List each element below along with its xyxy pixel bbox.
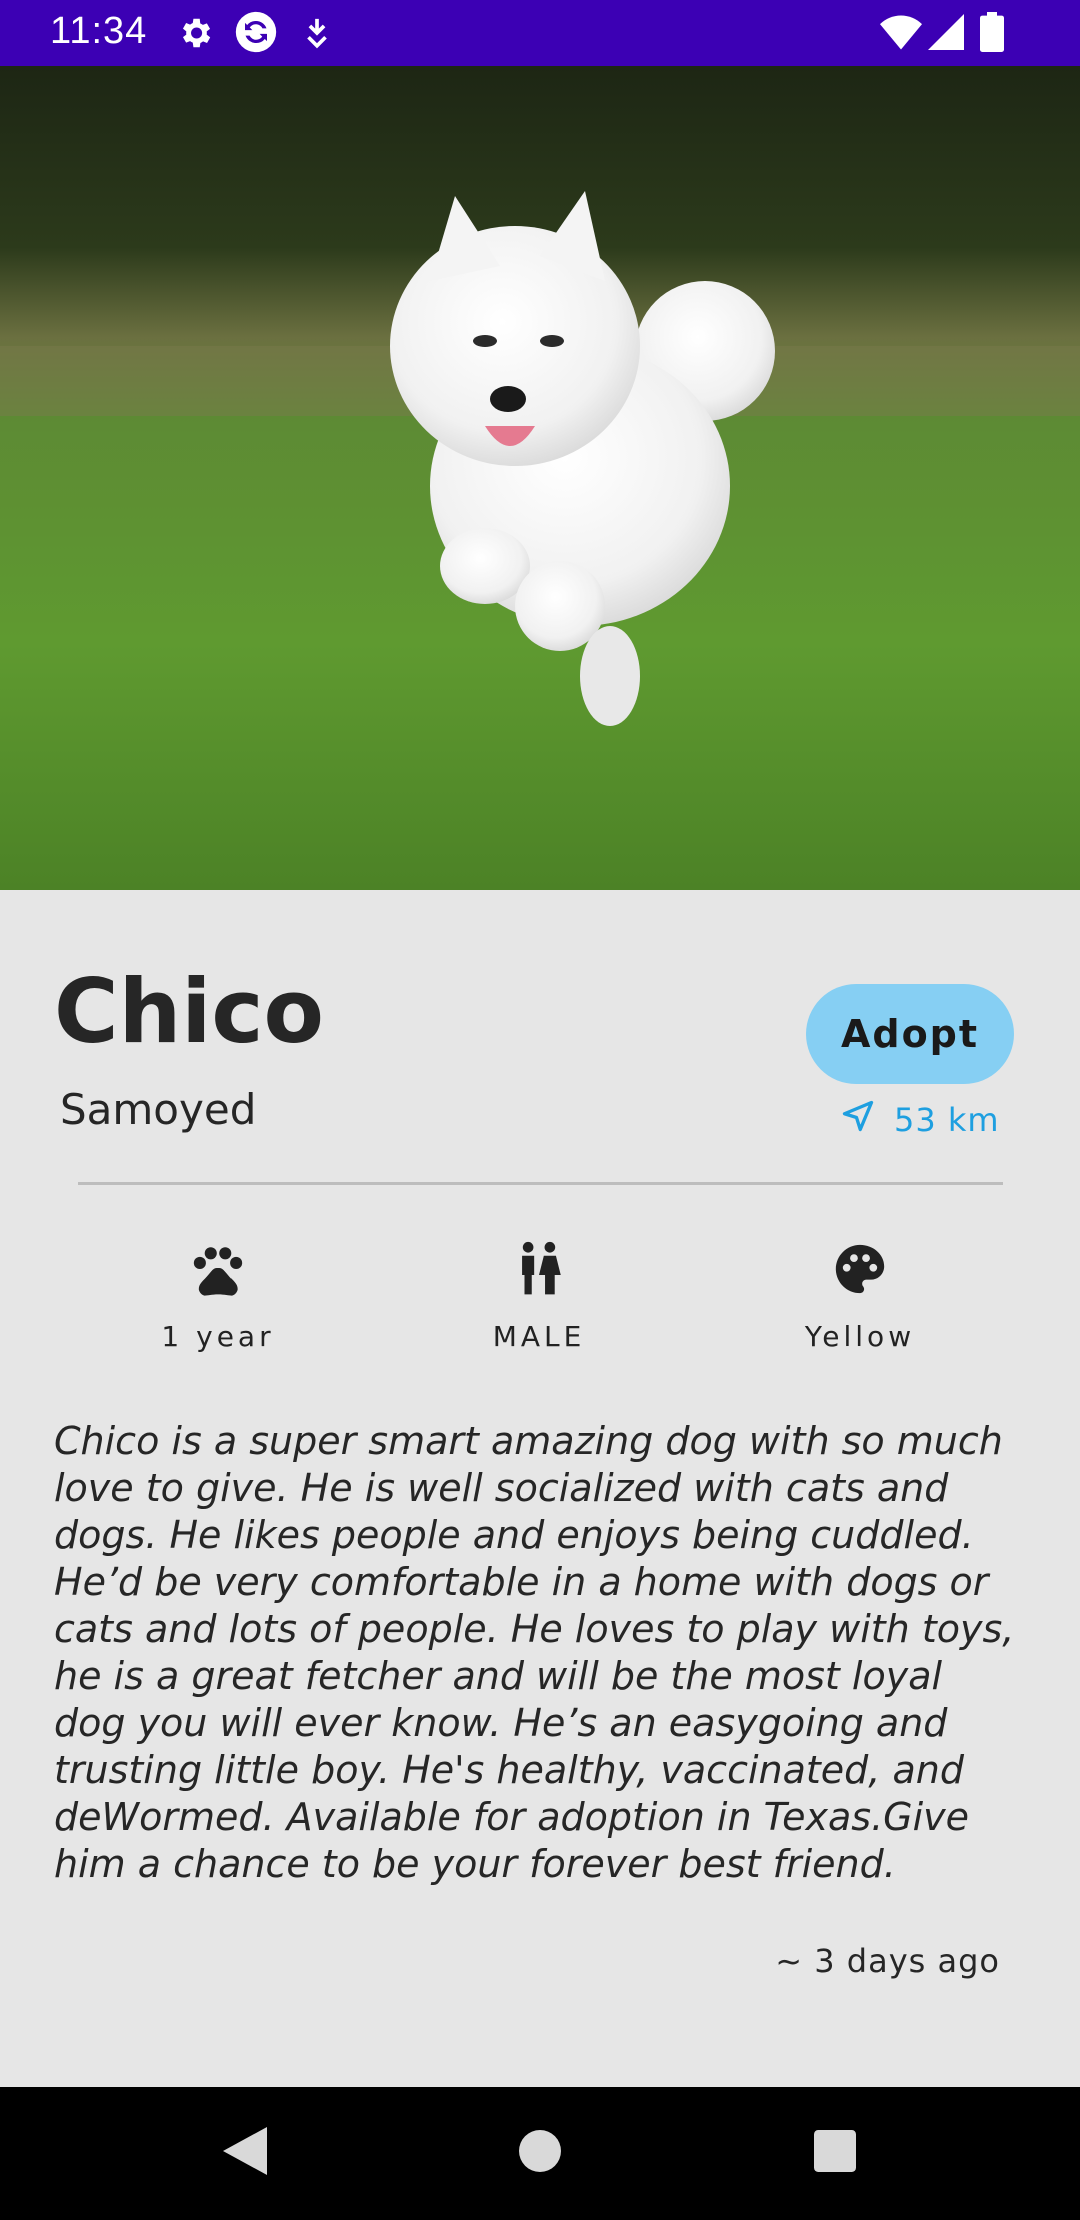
- back-icon: [223, 2127, 267, 2180]
- home-button[interactable]: [470, 2087, 610, 2220]
- paw-icon: [98, 1240, 338, 1298]
- signal-icon: [928, 14, 964, 55]
- pet-name: Chico: [54, 960, 325, 1063]
- battery-icon: [980, 12, 1004, 57]
- recents-icon: [814, 2130, 856, 2177]
- status-time: 11:34: [50, 10, 148, 52]
- age-label: 1 year: [161, 1320, 275, 1353]
- wifi-icon: [880, 14, 922, 55]
- pet-description: Chico is a super smart amazing dog with …: [54, 1419, 1015, 1886]
- sync-icon: [234, 10, 278, 59]
- recents-button[interactable]: [765, 2087, 905, 2220]
- pet-details: Chico Samoyed Adopt 53 km 1 year MALE Ye…: [0, 890, 1080, 2087]
- pet-photo: [0, 66, 1080, 890]
- pet-breed: Samoyed: [60, 1085, 257, 1134]
- home-icon: [519, 2130, 561, 2177]
- gender-label: MALE: [492, 1320, 586, 1353]
- color-label: Yellow: [804, 1320, 916, 1353]
- back-button[interactable]: [175, 2087, 315, 2220]
- navigation-bar: [0, 2087, 1080, 2220]
- male-female-icon: [419, 1240, 659, 1298]
- age-attribute: 1 year: [98, 1240, 338, 1353]
- download-icon: [302, 16, 332, 55]
- gender-attribute: MALE: [419, 1240, 659, 1353]
- color-attribute: Yellow: [740, 1240, 980, 1353]
- gear-icon: [176, 14, 214, 57]
- distance-info: 53 km: [840, 1095, 1000, 1145]
- status-bar: 11:34: [0, 0, 1080, 66]
- distance-text: 53 km: [894, 1101, 1000, 1139]
- navigation-arrow-icon: [840, 1098, 876, 1142]
- palette-icon: [740, 1240, 980, 1298]
- divider: [78, 1182, 1003, 1185]
- posted-time: ~ 3 days ago: [775, 1942, 1000, 1980]
- adopt-button[interactable]: Adopt: [806, 984, 1014, 1084]
